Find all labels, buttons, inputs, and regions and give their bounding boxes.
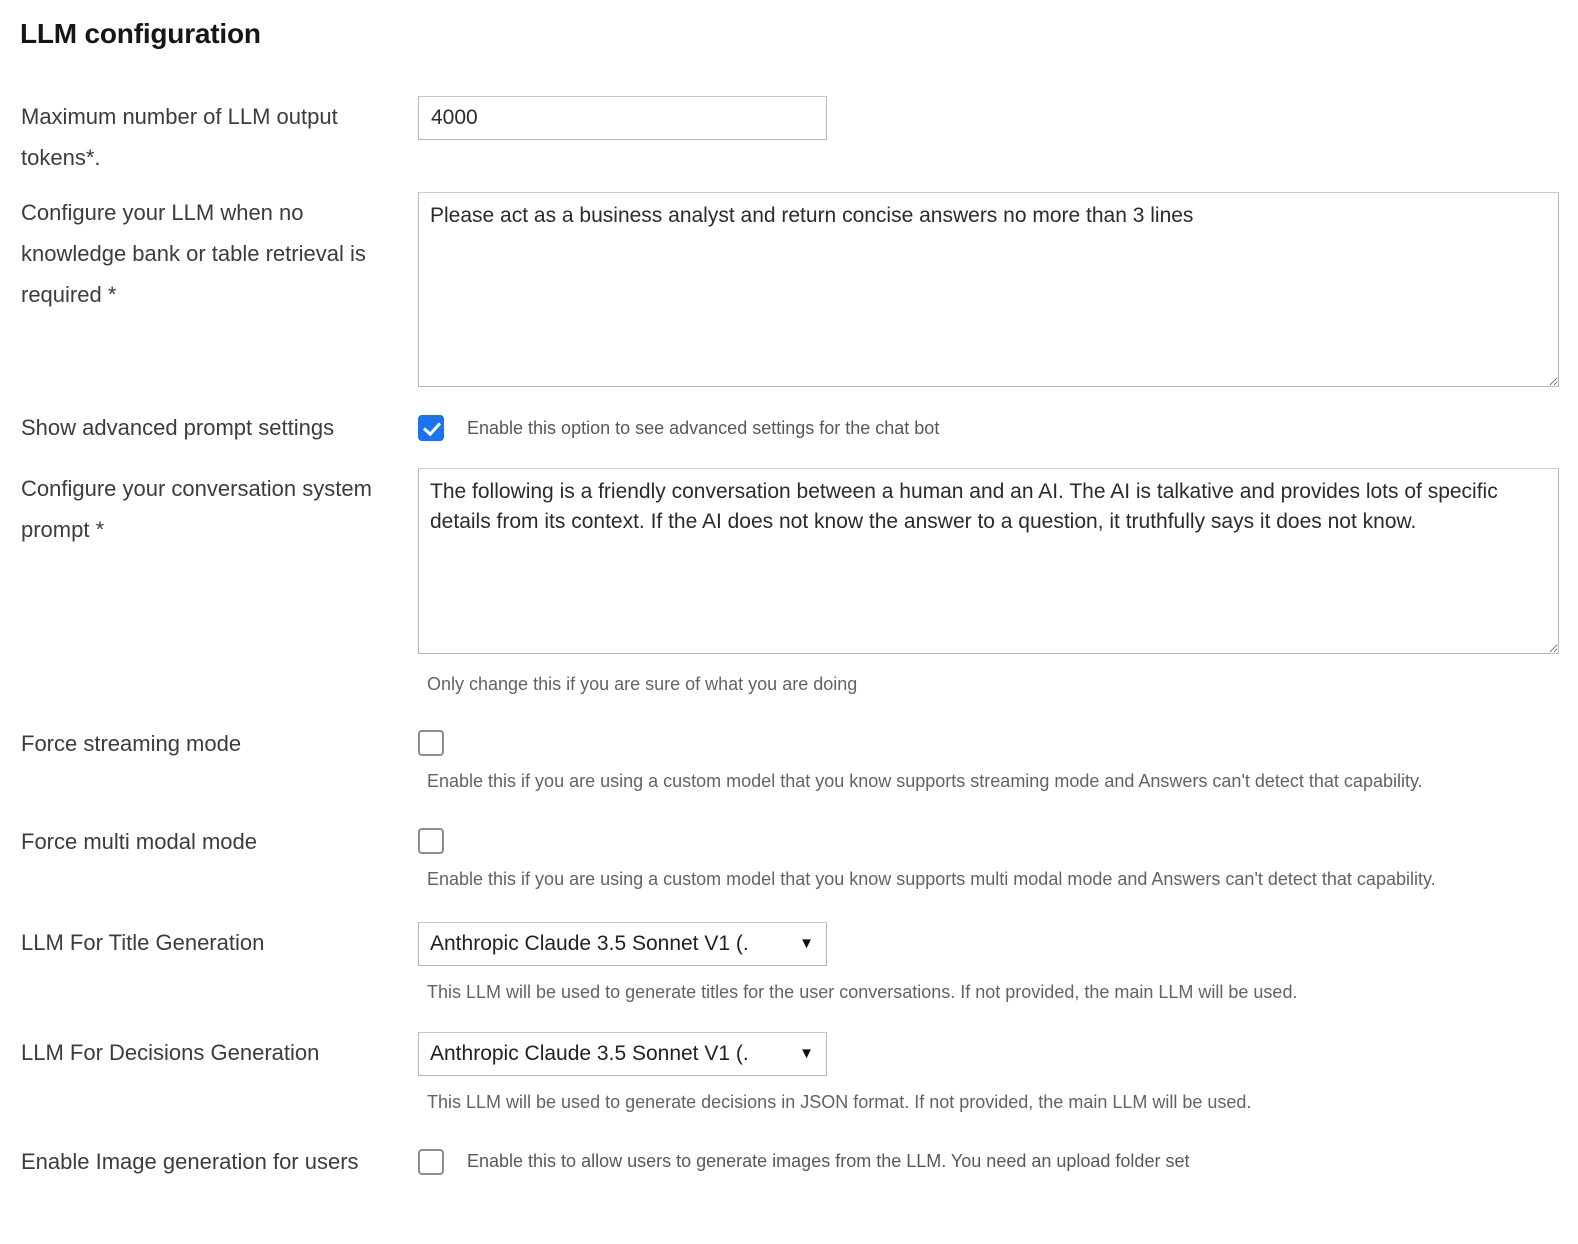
show-advanced-checkbox[interactable]: [418, 415, 444, 441]
llm-decisions-generation-select[interactable]: Anthropic Claude 3.5 Sonnet V1 (. ▼: [418, 1032, 827, 1076]
llm-title-generation-control: Anthropic Claude 3.5 Sonnet V1 (. ▼: [418, 922, 827, 966]
llm-decisions-generation-control: Anthropic Claude 3.5 Sonnet V1 (. ▼: [418, 1032, 827, 1076]
llm-decisions-generation-label: LLM For Decisions Generation: [21, 1040, 320, 1065]
llm-title-generation-label: LLM For Title Generation: [21, 930, 265, 955]
page-title: LLM configuration: [20, 18, 261, 49]
conversation-system-prompt-control: [418, 468, 1559, 654]
conversation-system-prompt-help: Only change this if you are sure of what…: [427, 674, 858, 694]
force-streaming-checkbox[interactable]: [418, 730, 444, 756]
no-retrieval-prompt-control: [418, 192, 1559, 387]
no-retrieval-prompt-label: Configure your LLM when no knowledge ban…: [21, 200, 366, 307]
force-streaming-label: Force streaming mode: [21, 731, 242, 756]
enable-image-generation-caption: Enable this to allow users to generate i…: [467, 1151, 1190, 1171]
llm-title-generation-selected-value: Anthropic Claude 3.5 Sonnet V1 (.: [430, 932, 749, 955]
force-streaming-help: Enable this if you are using a custom mo…: [427, 771, 1423, 791]
conversation-system-prompt-textarea[interactable]: [418, 468, 1559, 654]
llm-decisions-generation-selected-value: Anthropic Claude 3.5 Sonnet V1 (.: [430, 1042, 749, 1065]
max-tokens-control: [418, 96, 827, 140]
chevron-down-icon: ▼: [799, 935, 814, 952]
conversation-system-prompt-label: Configure your conversation system promp…: [21, 476, 372, 542]
enable-image-generation-label: Enable Image generation for users: [21, 1149, 359, 1174]
show-advanced-caption: Enable this option to see advanced setti…: [467, 418, 940, 438]
max-tokens-label: Maximum number of LLM output tokens*.: [21, 104, 338, 170]
llm-decisions-generation-help: This LLM will be used to generate decisi…: [427, 1092, 1252, 1112]
llm-title-generation-select[interactable]: Anthropic Claude 3.5 Sonnet V1 (. ▼: [418, 922, 827, 966]
no-retrieval-prompt-textarea[interactable]: [418, 192, 1559, 387]
enable-image-generation-checkbox[interactable]: [418, 1149, 444, 1175]
max-tokens-input[interactable]: [418, 96, 827, 140]
llm-title-generation-help: This LLM will be used to generate titles…: [427, 982, 1298, 1002]
chevron-down-icon: ▼: [799, 1045, 814, 1062]
show-advanced-label: Show advanced prompt settings: [21, 415, 335, 440]
force-multi-modal-help: Enable this if you are using a custom mo…: [427, 869, 1436, 889]
force-multi-modal-checkbox[interactable]: [418, 828, 444, 854]
llm-configuration-page: LLM configuration Maximum number of LLM …: [0, 0, 1578, 1244]
force-multi-modal-label: Force multi modal mode: [21, 829, 257, 854]
